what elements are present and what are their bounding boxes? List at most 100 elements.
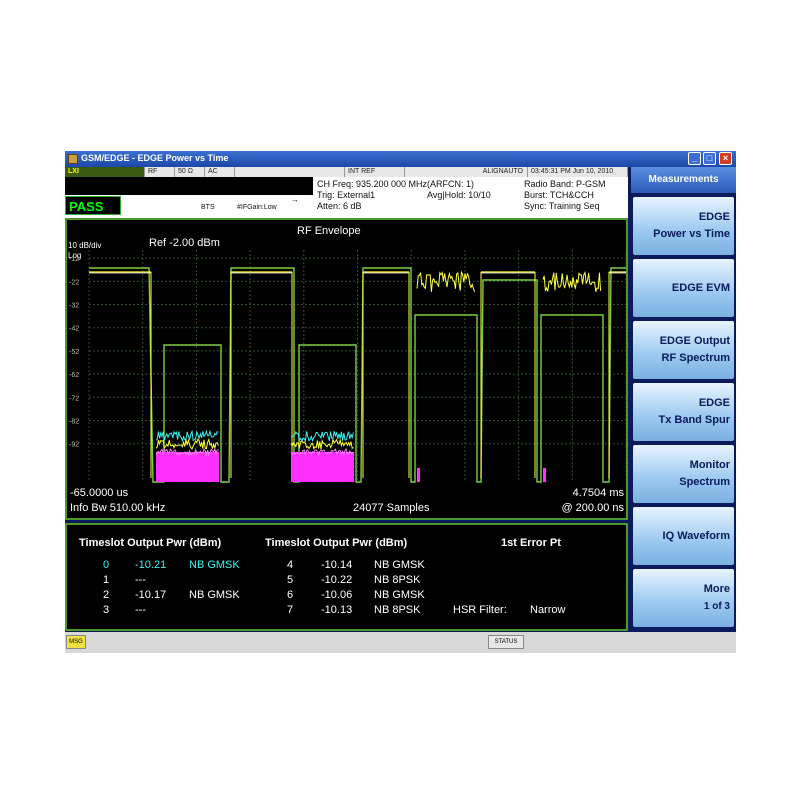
softkey-iq-waveform[interactable]: IQ Waveform (633, 507, 734, 565)
avg-hold: Avg|Hold: 10/10 (427, 190, 491, 200)
softkey-label: EDGE Output (633, 333, 730, 350)
softkey-menu: Measurements EDGE Power vs Time EDGE EVM… (631, 167, 736, 632)
sync-type: Sync: Training Seq (524, 201, 600, 211)
softkey-label: Tx Band Spur (633, 412, 730, 429)
attenuation: Atten: 6 dB (317, 201, 362, 211)
msg-button[interactable]: MSG (66, 635, 86, 649)
left-row-pwr: --- (135, 574, 146, 586)
impedance-indicator: 50 Ω (175, 167, 205, 177)
softkey-more[interactable]: More 1 of 3 (633, 569, 734, 627)
info-bw: Info Bw 510.00 kHz (70, 502, 165, 514)
right-row-pwr: -10.13 (321, 604, 352, 616)
lxi-logo: LXI (65, 167, 145, 177)
y-tick-label: -12 (69, 256, 79, 263)
scale-label: 10 dB/div (68, 241, 101, 250)
softkey-edge-evm[interactable]: EDGE EVM (633, 259, 734, 317)
menu-title: Measurements (631, 167, 736, 193)
noise-floor-fill (417, 468, 420, 482)
left-row-slot: 2 (103, 589, 109, 601)
softkey-edge-tx-band-spur[interactable]: EDGE Tx Band Spur (633, 383, 734, 441)
title-bar: GSM/EDGE - EDGE Power vs Time _ □ × (65, 151, 736, 167)
if-gain-label: #IFGain:Low (237, 204, 277, 211)
y-tick-labels: -12 -22 -32 -42 -52 -62 -72 -82 -92 (69, 256, 79, 449)
y-tick-label: -92 (69, 442, 79, 449)
minimize-button[interactable]: _ (688, 152, 701, 165)
device-label: BTS (201, 204, 215, 211)
y-tick-label: -62 (69, 372, 79, 379)
time-resolution: @ 200.00 ns (561, 502, 624, 514)
right-row-slot: 6 (287, 589, 293, 601)
left-row-pwr: -10.17 (135, 589, 166, 601)
sample-count: 24077 Samples (353, 502, 430, 514)
ch-freq: CH Freq: 935.200 000 MHz(ARFCN: 1) (317, 179, 474, 189)
right-row-mod: NB 8PSK (374, 574, 420, 586)
left-row-mod: NB GMSK (189, 589, 240, 601)
left-row-mod: NB GMSK (189, 559, 240, 571)
softkey-monitor-spectrum[interactable]: Monitor Spectrum (633, 445, 734, 503)
softkey-edge-output-rf-spectrum[interactable]: EDGE Output RF Spectrum (633, 321, 734, 379)
datetime: 03:45:31 PM Jun 10, 2010 (528, 167, 628, 177)
right-row-slot: 5 (287, 574, 293, 586)
noise-floor-fill (543, 468, 546, 482)
plot-title: RF Envelope (297, 225, 361, 237)
right-row-pwr: -10.06 (321, 589, 352, 601)
right-row-slot: 7 (287, 604, 293, 616)
softkey-label: 1 of 3 (633, 598, 730, 615)
pass-indicator: PASS (65, 196, 121, 215)
results-table: Timeslot Output Pwr (dBm) Timeslot Outpu… (65, 523, 628, 631)
softkey-label: EDGE EVM (633, 280, 730, 297)
ref-indicator: INT REF (345, 167, 405, 177)
y-tick-label: -52 (69, 349, 79, 356)
close-button[interactable]: × (719, 152, 732, 165)
left-row-slot: 1 (103, 574, 109, 586)
col3-header: 1st Error Pt (501, 537, 561, 549)
maximize-button[interactable]: □ (703, 152, 716, 165)
softkey-edge-power-vs-time[interactable]: EDGE Power vs Time (633, 197, 734, 255)
rf-envelope-plot[interactable]: RF Envelope 10 dB/div Log Ref -2.00 dBm … (65, 218, 628, 520)
left-row-pwr: --- (135, 604, 146, 616)
softkey-label: EDGE (633, 395, 730, 412)
right-row-pwr: -10.14 (321, 559, 352, 571)
softkey-label: More (633, 581, 730, 598)
noise-floor-fill (156, 452, 219, 482)
measurement-header: PASS BTS #IFGain:Low → CH Freq: 935.200 … (65, 177, 628, 218)
softkey-label: IQ Waveform (633, 528, 730, 545)
noise-floor-fill (291, 452, 354, 482)
status-row: LXI RF 50 Ω AC INT REF ALIGNAUTO 03:45:3… (65, 167, 628, 177)
y-tick-label: -72 (69, 395, 79, 402)
start-time: -65.0000 us (70, 487, 129, 499)
status-button[interactable]: STATUS (488, 635, 524, 649)
modulated-trace (417, 272, 475, 292)
message-bar: MSG STATUS (65, 632, 736, 653)
left-row-slot: 3 (103, 604, 109, 616)
radio-band: Radio Band: P-GSM (524, 179, 606, 189)
app-icon (68, 154, 78, 164)
burst-type: Burst: TCH&CCH (524, 190, 594, 200)
plot-canvas: RF Envelope 10 dB/div Log Ref -2.00 dBm … (67, 220, 626, 518)
trigger-arrow-icon: → (291, 195, 299, 204)
softkey-label: RF Spectrum (633, 350, 730, 367)
status-spacer (235, 167, 345, 177)
annotation-bar (65, 177, 313, 195)
col1-header: Timeslot Output Pwr (dBm) (79, 537, 221, 549)
softkey-label: Power vs Time (633, 226, 730, 243)
rf-indicator: RF (145, 167, 175, 177)
right-row-pwr: -10.22 (321, 574, 352, 586)
softkey-label: Monitor (633, 457, 730, 474)
right-row-mod: NB GMSK (374, 589, 425, 601)
align-indicator: ALIGNAUTO (405, 167, 528, 177)
ref-level: Ref -2.00 dBm (149, 237, 220, 249)
right-row-slot: 4 (287, 559, 293, 571)
softkey-label: Spectrum (633, 474, 730, 491)
hsr-filter-value: Narrow (530, 604, 565, 616)
y-tick-label: -32 (69, 303, 79, 310)
y-tick-label: -82 (69, 419, 79, 426)
y-tick-label: -22 (69, 279, 79, 286)
coupling-indicator: AC (205, 167, 235, 177)
trigger: Trig: External1 (317, 190, 375, 200)
analyzer-window: GSM/EDGE - EDGE Power vs Time _ □ × LXI … (65, 151, 736, 653)
graticule (89, 250, 626, 482)
left-row-pwr: -10.21 (135, 559, 166, 571)
softkey-label: EDGE (633, 209, 730, 226)
left-row-slot: 0 (103, 559, 109, 571)
